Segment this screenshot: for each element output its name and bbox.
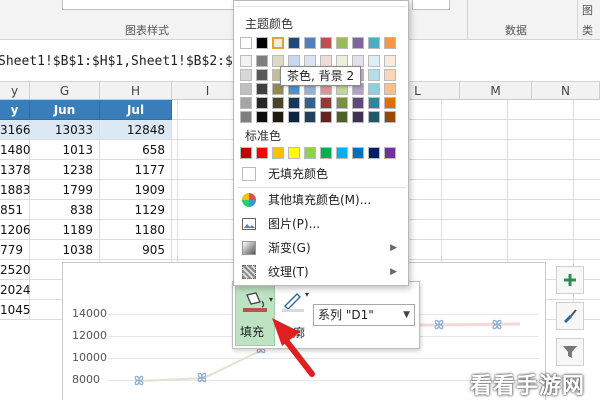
theme-color-shade-swatch[interactable]	[368, 69, 380, 81]
standard-color-swatch[interactable]	[384, 147, 396, 159]
theme-color-shade-swatch[interactable]	[384, 83, 396, 95]
theme-color-swatch[interactable]	[336, 37, 348, 49]
theme-color-shade-swatch[interactable]	[336, 111, 348, 123]
standard-color-swatch[interactable]	[368, 147, 380, 159]
menu-top-edge	[235, 1, 407, 7]
fill-color-menu: 主题颜色 标准色 无填充颜色 其他填充颜色(M)... 图片(P)... 渐变(…	[233, 0, 409, 286]
theme-color-shade-swatch[interactable]	[320, 111, 332, 123]
theme-color-shade-swatch[interactable]	[384, 69, 396, 81]
theme-color-swatch[interactable]	[288, 37, 300, 49]
chevron-right-icon: ▶	[390, 267, 397, 277]
standard-color-swatch[interactable]	[272, 147, 284, 159]
theme-color-swatch[interactable]	[272, 37, 284, 49]
empty-swatch-icon	[242, 167, 256, 181]
theme-color-shade-swatch[interactable]	[240, 69, 252, 81]
theme-color-shade-swatch[interactable]	[320, 97, 332, 109]
more-fill-colors-item[interactable]: 其他填充颜色(M)...	[235, 189, 407, 211]
theme-color-shade-swatch[interactable]	[368, 83, 380, 95]
theme-color-shade-swatch[interactable]	[272, 97, 284, 109]
gradient-fill-label: 渐变(G)	[268, 241, 311, 255]
theme-color-swatch[interactable]	[304, 37, 316, 49]
texture-fill-label: 纹理(T)	[268, 265, 309, 279]
theme-color-shade-swatch[interactable]	[288, 111, 300, 123]
standard-color-swatch[interactable]	[320, 147, 332, 159]
picture-fill-item[interactable]: 图片(P)...	[235, 213, 407, 235]
theme-color-swatch[interactable]	[384, 37, 396, 49]
theme-color-shade-swatch[interactable]	[304, 97, 316, 109]
standard-color-swatch[interactable]	[336, 147, 348, 159]
theme-color-shade-swatch[interactable]	[304, 111, 316, 123]
chevron-right-icon: ▶	[390, 243, 397, 253]
texture-fill-item[interactable]: 纹理(T) ▶	[235, 261, 407, 283]
theme-color-shade-swatch[interactable]	[352, 97, 364, 109]
theme-color-shade-swatch[interactable]	[352, 111, 364, 123]
gradient-icon	[242, 241, 256, 255]
theme-colors-label: 主题颜色	[245, 17, 294, 31]
theme-color-shade-swatch[interactable]	[256, 83, 268, 95]
theme-color-shade-swatch[interactable]	[240, 111, 252, 123]
watermark-logo: 看看手游网	[470, 374, 586, 399]
theme-color-shade-swatch[interactable]	[368, 55, 380, 67]
theme-color-shade-swatch[interactable]	[272, 111, 284, 123]
theme-color-shade-swatch[interactable]	[384, 55, 396, 67]
theme-color-shade-swatch[interactable]	[256, 55, 268, 67]
theme-color-shade-swatch[interactable]	[256, 69, 268, 81]
standard-color-swatch[interactable]	[288, 147, 300, 159]
theme-color-swatch[interactable]	[320, 37, 332, 49]
texture-icon	[242, 265, 256, 279]
color-wheel-icon	[242, 193, 256, 207]
picture-icon	[242, 218, 256, 230]
more-fill-colors-label: 其他填充颜色(M)...	[268, 193, 372, 207]
theme-color-swatch[interactable]	[240, 37, 252, 49]
gradient-fill-item[interactable]: 渐变(G) ▶	[235, 237, 407, 259]
theme-color-swatch[interactable]	[352, 37, 364, 49]
theme-color-shade-swatch[interactable]	[240, 83, 252, 95]
theme-color-shade-swatch[interactable]	[256, 111, 268, 123]
standard-color-swatch[interactable]	[304, 147, 316, 159]
no-fill-item[interactable]: 无填充颜色	[235, 163, 407, 185]
theme-color-shade-swatch[interactable]	[384, 97, 396, 109]
theme-color-shade-swatch[interactable]	[288, 97, 300, 109]
color-tooltip: 茶色, 背景 2	[280, 66, 362, 86]
theme-color-shade-swatch[interactable]	[256, 97, 268, 109]
theme-color-shade-swatch[interactable]	[336, 97, 348, 109]
standard-colors-label: 标准色	[245, 129, 282, 143]
theme-color-shade-swatch[interactable]	[368, 97, 380, 109]
theme-color-shade-swatch[interactable]	[368, 111, 380, 123]
standard-color-swatch[interactable]	[256, 147, 268, 159]
standard-color-swatch[interactable]	[352, 147, 364, 159]
standard-color-swatch[interactable]	[240, 147, 252, 159]
theme-color-swatch[interactable]	[368, 37, 380, 49]
theme-color-shade-swatch[interactable]	[240, 55, 252, 67]
picture-fill-label: 图片(P)...	[268, 217, 321, 231]
theme-color-shade-swatch[interactable]	[240, 97, 252, 109]
theme-color-swatch[interactable]	[256, 37, 268, 49]
theme-color-shade-swatch[interactable]	[384, 111, 396, 123]
no-fill-label: 无填充颜色	[268, 167, 329, 181]
